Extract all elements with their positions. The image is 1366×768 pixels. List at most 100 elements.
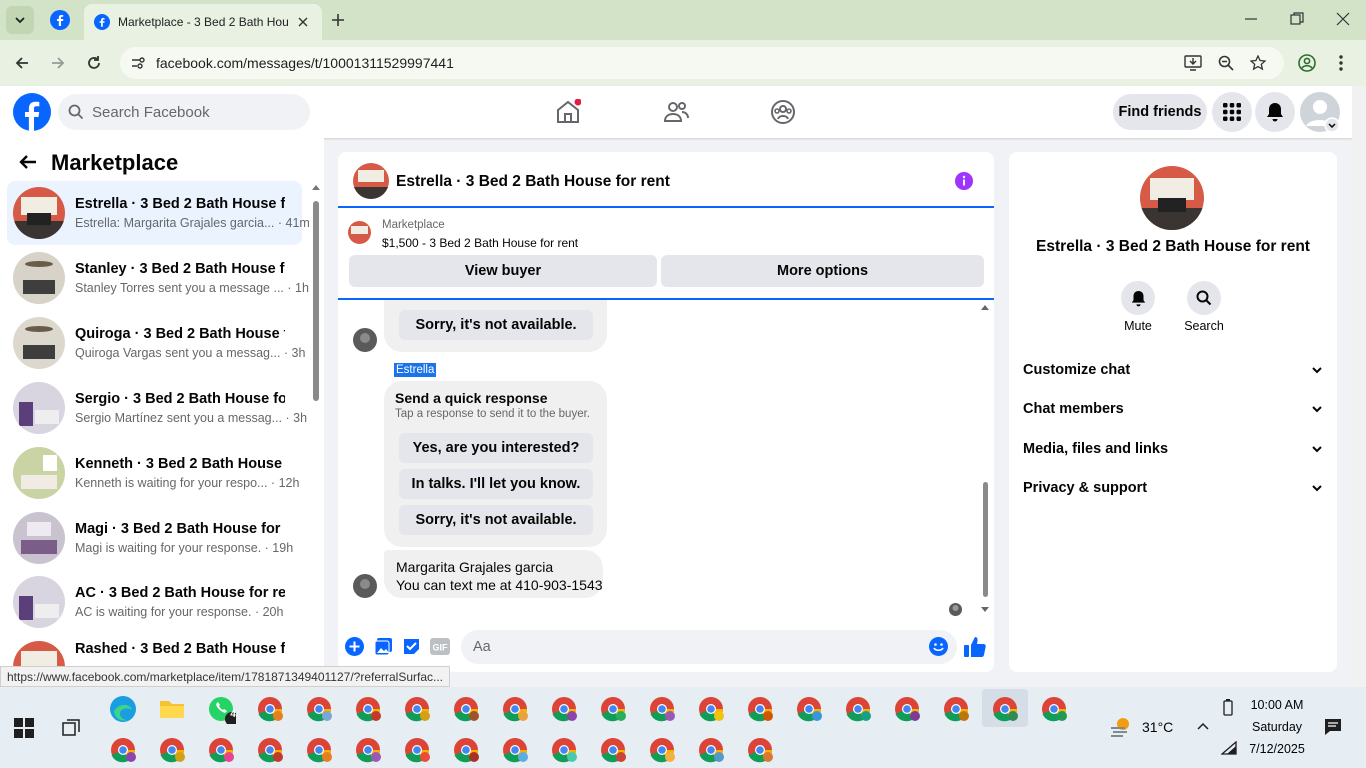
chrome-taskbar-icon[interactable] <box>255 735 285 765</box>
accordion-customize-chat[interactable]: Customize chat <box>1023 362 1323 378</box>
close-window-button[interactable] <box>1336 12 1350 26</box>
file-explorer-taskbar-icon[interactable] <box>157 694 187 724</box>
chrome-taskbar-icon[interactable] <box>353 735 383 765</box>
find-friends-button[interactable]: Find friends <box>1113 94 1207 130</box>
accordion-chat-members[interactable]: Chat members <box>1023 401 1323 417</box>
conversation-item[interactable]: Magi · 3 Bed 2 Bath House for r... Magi i… <box>7 506 302 570</box>
weather-icon[interactable] <box>1109 716 1133 738</box>
notifications-button[interactable] <box>1255 92 1295 132</box>
chrome-taskbar-icon[interactable] <box>402 735 432 765</box>
list-scrollbar[interactable] <box>312 183 320 653</box>
close-icon[interactable] <box>298 17 308 27</box>
chrome-taskbar-icon[interactable] <box>353 694 383 724</box>
chrome-taskbar-icon[interactable] <box>892 694 922 724</box>
bookmark-star-icon[interactable] <box>1250 55 1266 71</box>
chrome-taskbar-icon[interactable] <box>402 694 432 724</box>
chrome-taskbar-icon[interactable] <box>843 694 873 724</box>
conversation-item[interactable]: AC · 3 Bed 2 Bath House for rent AC is wa… <box>7 570 302 634</box>
message-input[interactable]: Aa <box>461 630 957 664</box>
forward-button[interactable] <box>50 55 66 71</box>
active-tab[interactable]: Marketplace - 3 Bed 2 Bath Hou <box>84 4 322 40</box>
chrome-taskbar-icon[interactable] <box>304 694 334 724</box>
notification-center-button[interactable] <box>1324 718 1342 736</box>
task-view-button[interactable] <box>61 718 81 738</box>
chrome-taskbar-icon[interactable] <box>500 735 530 765</box>
restore-button[interactable] <box>1290 12 1304 26</box>
conversation-item[interactable]: Estrella · 3 Bed 2 Bath House for... Estr… <box>7 181 310 245</box>
chrome-taskbar-icon[interactable] <box>696 735 726 765</box>
chrome-taskbar-icon[interactable] <box>647 735 677 765</box>
conversation-item[interactable]: Sergio · 3 Bed 2 Bath House for ... Sergi… <box>7 376 307 440</box>
quick-response-option[interactable]: In talks. I'll let you know. <box>399 469 593 499</box>
chrome-taskbar-icon[interactable] <box>745 735 775 765</box>
chat-scrollbar[interactable] <box>978 302 992 617</box>
chrome-taskbar-icon[interactable] <box>647 694 677 724</box>
mute-button[interactable] <box>1121 281 1155 315</box>
new-tab-button[interactable] <box>331 13 345 27</box>
conversation-item[interactable]: Rashed · 3 Bed 2 Bath House for... <box>7 635 302 666</box>
back-button[interactable] <box>14 55 30 71</box>
attach-photo-button[interactable] <box>374 637 393 656</box>
chrome-taskbar-icon[interactable] <box>941 694 971 724</box>
chrome-taskbar-icon[interactable] <box>598 735 628 765</box>
browser-menu-button[interactable] <box>1338 54 1344 72</box>
zoom-icon[interactable] <box>1218 55 1234 71</box>
quick-response-option[interactable]: Yes, are you interested? <box>399 433 593 463</box>
sender-avatar[interactable] <box>353 328 377 352</box>
nav-groups[interactable] <box>770 99 796 125</box>
more-actions-button[interactable] <box>345 637 364 656</box>
view-buyer-button[interactable]: View buyer <box>349 255 657 287</box>
chrome-taskbar-icon[interactable] <box>745 694 775 724</box>
profile-button[interactable] <box>1298 54 1316 72</box>
chat-avatar[interactable] <box>353 163 389 199</box>
start-button[interactable] <box>14 718 34 738</box>
nav-home[interactable] <box>555 99 581 125</box>
chrome-taskbar-icon[interactable] <box>255 694 285 724</box>
listing-title[interactable]: $1,500 - 3 Bed 2 Bath House for rent <box>382 236 578 250</box>
address-bar[interactable]: facebook.com/messages/t/1000131152999744… <box>120 47 1284 79</box>
edge-taskbar-icon[interactable] <box>108 694 138 724</box>
back-arrow-button[interactable] <box>18 152 38 172</box>
sender-avatar[interactable] <box>353 574 377 598</box>
chrome-taskbar-icon[interactable] <box>451 735 481 765</box>
conversation-info-button[interactable] <box>954 171 974 191</box>
chrome-taskbar-icon[interactable] <box>304 735 334 765</box>
chrome-taskbar-icon[interactable] <box>451 694 481 724</box>
conversation-item[interactable]: Quiroga · 3 Bed 2 Bath House fo... Quirog… <box>7 311 305 375</box>
chrome-taskbar-icon[interactable] <box>549 735 579 765</box>
accordion-media-files-links[interactable]: Media, files and links <box>1023 441 1323 457</box>
reload-button[interactable] <box>86 55 102 71</box>
wifi-icon[interactable] <box>1221 741 1237 755</box>
pinned-tab-facebook[interactable] <box>50 10 70 30</box>
like-button[interactable] <box>964 636 986 657</box>
chrome-taskbar-icon[interactable] <box>157 735 187 765</box>
chrome-taskbar-icon[interactable] <box>108 735 138 765</box>
chrome-taskbar-icon[interactable] <box>549 694 579 724</box>
page-scrollbar[interactable] <box>1352 86 1366 686</box>
listing-photo[interactable] <box>1140 166 1204 230</box>
battery-icon[interactable] <box>1222 698 1234 716</box>
emoji-button[interactable] <box>929 637 948 656</box>
show-hidden-icons-button[interactable] <box>1196 721 1210 731</box>
accordion-privacy-support[interactable]: Privacy & support <box>1023 480 1323 496</box>
gif-button[interactable]: GIF <box>430 638 450 655</box>
nav-friends[interactable] <box>663 99 689 125</box>
account-avatar[interactable] <box>1300 92 1340 132</box>
minimize-button[interactable] <box>1244 12 1258 26</box>
chrome-taskbar-icon[interactable] <box>598 694 628 724</box>
chrome-taskbar-icon[interactable] <box>500 694 530 724</box>
tab-search-button[interactable] <box>6 6 34 34</box>
facebook-logo[interactable] <box>13 93 51 131</box>
chrome-taskbar-icon-active[interactable] <box>990 694 1020 724</box>
chrome-taskbar-icon[interactable] <box>794 694 824 724</box>
facebook-search-input[interactable]: Search Facebook <box>58 94 310 130</box>
conversation-item[interactable]: Stanley · 3 Bed 2 Bath House for... Stanl… <box>7 246 309 310</box>
more-options-button[interactable]: More options <box>661 255 984 287</box>
chrome-taskbar-icon[interactable] <box>696 694 726 724</box>
menu-button[interactable] <box>1212 92 1252 132</box>
chrome-taskbar-icon[interactable] <box>1039 694 1069 724</box>
chrome-taskbar-icon[interactable] <box>206 735 236 765</box>
sticker-button[interactable] <box>402 637 421 656</box>
install-app-icon[interactable] <box>1184 55 1202 71</box>
quick-response-option[interactable]: Sorry, it's not available. <box>399 505 593 535</box>
